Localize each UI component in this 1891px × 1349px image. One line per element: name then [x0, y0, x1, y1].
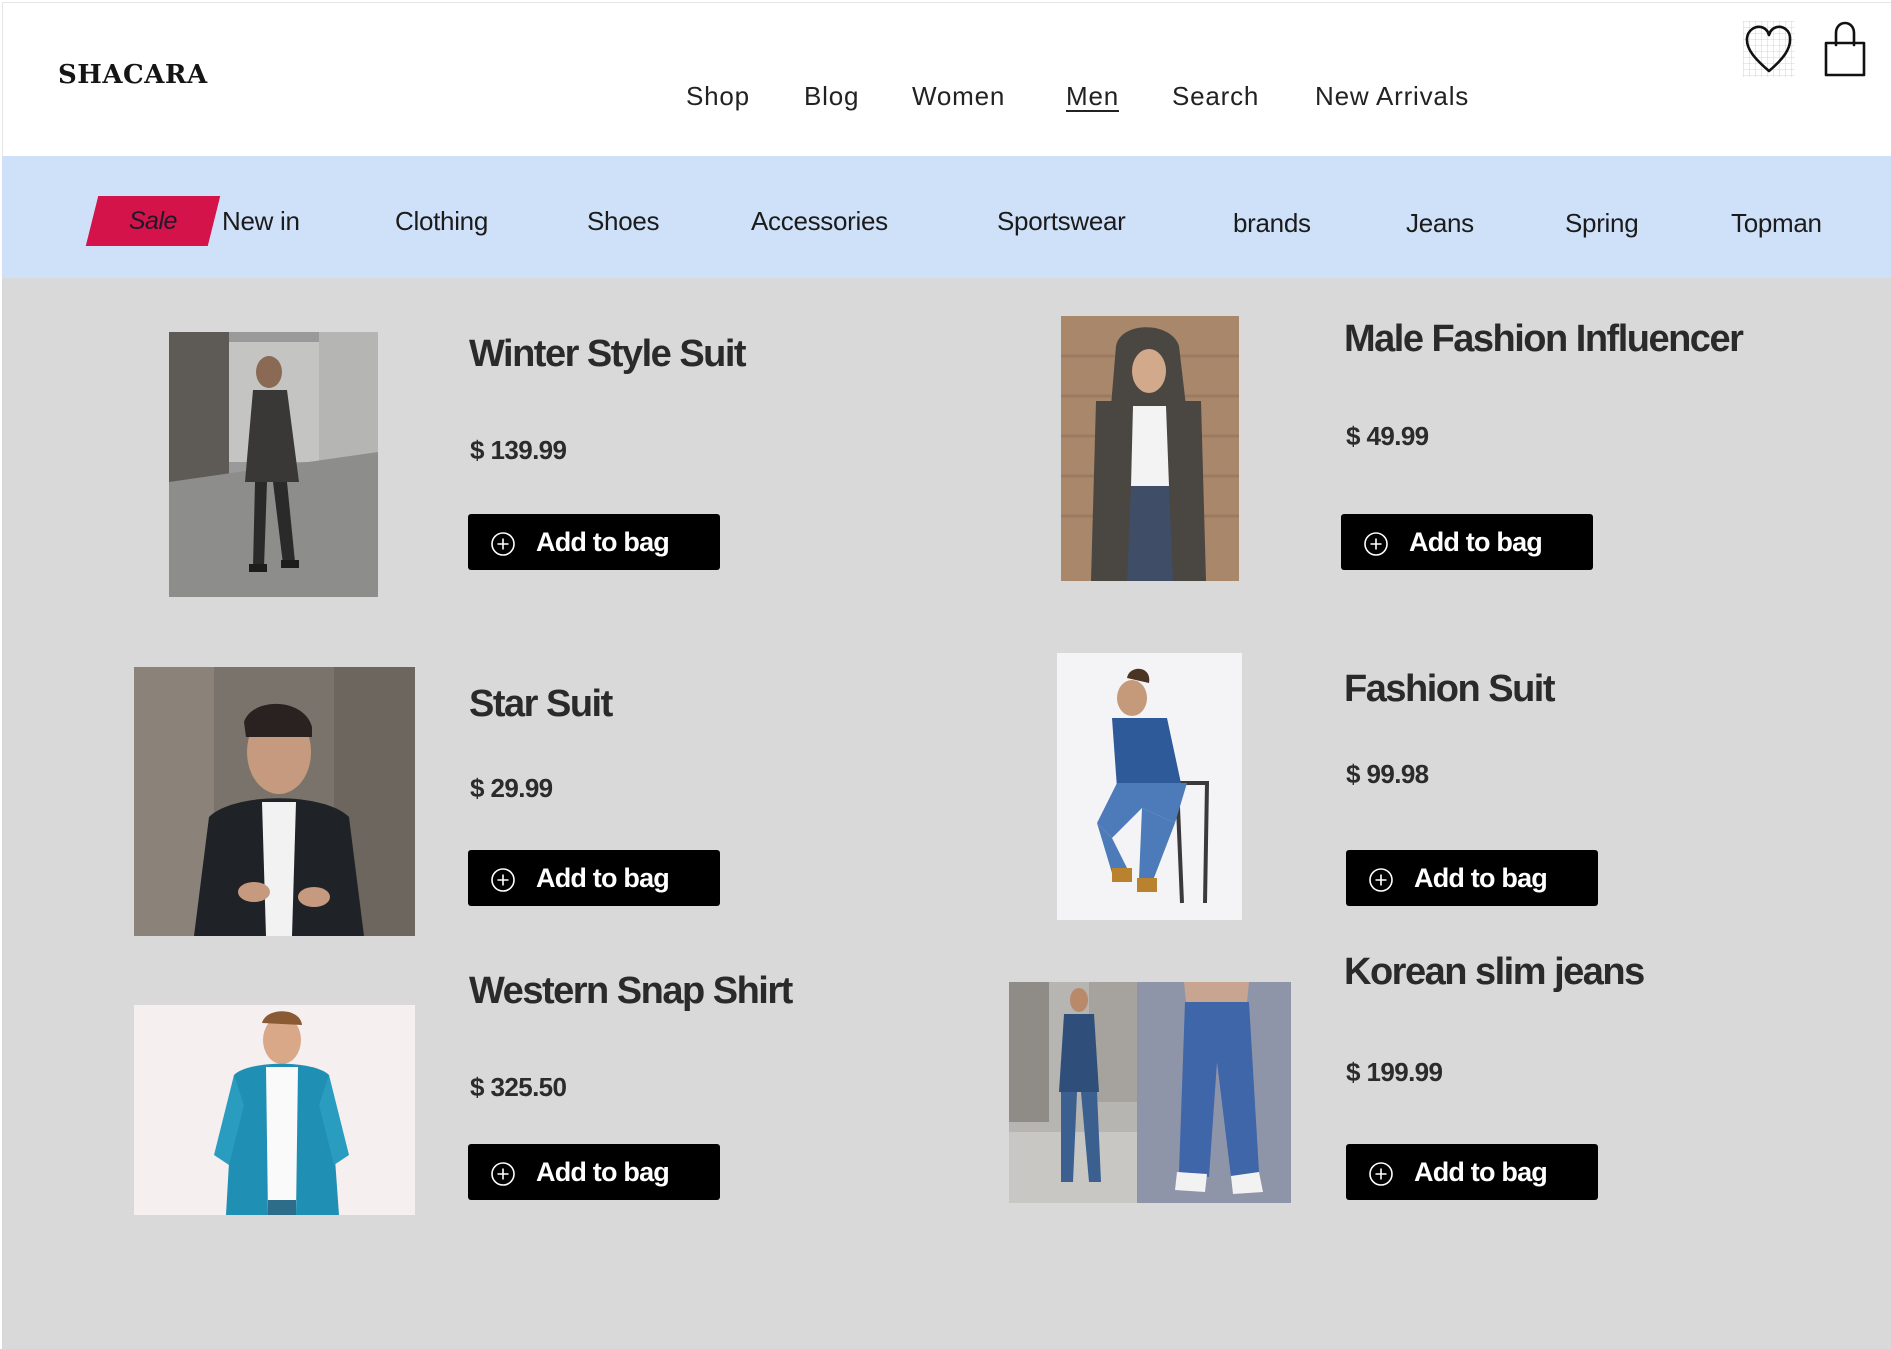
- add-to-bag-button[interactable]: Add to bag: [468, 850, 720, 906]
- add-to-bag-button[interactable]: Add to bag: [468, 514, 720, 570]
- product-title[interactable]: Star Suit: [469, 683, 613, 726]
- category-bar: Sale New in Clothing Shoes Accessories S…: [2, 156, 1891, 278]
- nav-shop[interactable]: Shop: [686, 81, 750, 112]
- product-title[interactable]: Korean slim jeans: [1344, 951, 1645, 994]
- product-image-fashion-suit[interactable]: [1057, 653, 1242, 920]
- product-image-korean-slim-jeans[interactable]: [1009, 982, 1291, 1203]
- add-to-bag-label: Add to bag: [1409, 526, 1543, 557]
- product-price: $ 29.99: [470, 773, 553, 803]
- product-title[interactable]: Male Fashion Influencer: [1344, 318, 1744, 361]
- product-price: $ 325.50: [470, 1072, 567, 1102]
- add-to-bag-label: Add to bag: [536, 1156, 670, 1187]
- category-new-in[interactable]: New in: [222, 196, 300, 246]
- category-sportswear[interactable]: Sportswear: [997, 196, 1126, 246]
- plus-circle-icon: [1368, 867, 1394, 893]
- plus-circle-icon: [490, 1161, 516, 1187]
- category-spring[interactable]: Spring: [1565, 198, 1639, 248]
- category-topman[interactable]: Topman: [1731, 198, 1822, 248]
- product-title[interactable]: Fashion Suit: [1344, 668, 1556, 711]
- plus-circle-icon: [490, 867, 516, 893]
- product-grid: Winter Style Suit $ 139.99 Add to bag Ma…: [2, 278, 1891, 1349]
- category-shoes[interactable]: Shoes: [587, 196, 660, 246]
- category-clothing[interactable]: Clothing: [395, 196, 488, 246]
- category-accessories[interactable]: Accessories: [751, 196, 888, 246]
- product-price: $ 139.99: [470, 435, 567, 465]
- plus-circle-icon: [1363, 531, 1389, 557]
- heart-icon[interactable]: [1743, 21, 1795, 77]
- add-to-bag-button[interactable]: Add to bag: [1346, 850, 1598, 906]
- product-image-western-snap-shirt[interactable]: [134, 1005, 415, 1215]
- product-title[interactable]: Winter Style Suit: [469, 333, 747, 376]
- add-to-bag-label: Add to bag: [536, 526, 670, 557]
- category-brands[interactable]: brands: [1233, 198, 1311, 248]
- product-price: $ 49.99: [1346, 421, 1429, 451]
- plus-circle-icon: [490, 531, 516, 557]
- nav-women[interactable]: Women: [912, 81, 1005, 112]
- sale-badge[interactable]: Sale: [85, 196, 221, 246]
- category-jeans[interactable]: Jeans: [1406, 198, 1474, 248]
- product-image-winter-style-suit[interactable]: [169, 332, 378, 597]
- add-to-bag-label: Add to bag: [1414, 1156, 1548, 1187]
- add-to-bag-label: Add to bag: [1414, 862, 1548, 893]
- add-to-bag-button[interactable]: Add to bag: [468, 1144, 720, 1200]
- product-image-male-fashion-influencer[interactable]: [1061, 316, 1239, 581]
- site-header: SHACARA Shop Blog Women Men Search New A…: [2, 2, 1891, 156]
- product-title[interactable]: Western Snap Shirt: [469, 970, 793, 1013]
- main-nav: Shop Blog Women Men Search New Arrivals: [3, 81, 1891, 111]
- product-price: $ 99.98: [1346, 759, 1429, 789]
- nav-new-arrivals[interactable]: New Arrivals: [1315, 81, 1469, 112]
- nav-men[interactable]: Men: [1066, 81, 1119, 112]
- nav-blog[interactable]: Blog: [804, 81, 859, 112]
- nav-search[interactable]: Search: [1172, 81, 1259, 112]
- add-to-bag-label: Add to bag: [536, 862, 670, 893]
- add-to-bag-button[interactable]: Add to bag: [1346, 1144, 1598, 1200]
- shopping-bag-icon[interactable]: [1822, 21, 1868, 79]
- add-to-bag-button[interactable]: Add to bag: [1341, 514, 1593, 570]
- sale-label: Sale: [128, 206, 178, 235]
- product-price: $ 199.99: [1346, 1057, 1443, 1087]
- plus-circle-icon: [1368, 1161, 1394, 1187]
- product-image-star-suit[interactable]: [134, 667, 415, 936]
